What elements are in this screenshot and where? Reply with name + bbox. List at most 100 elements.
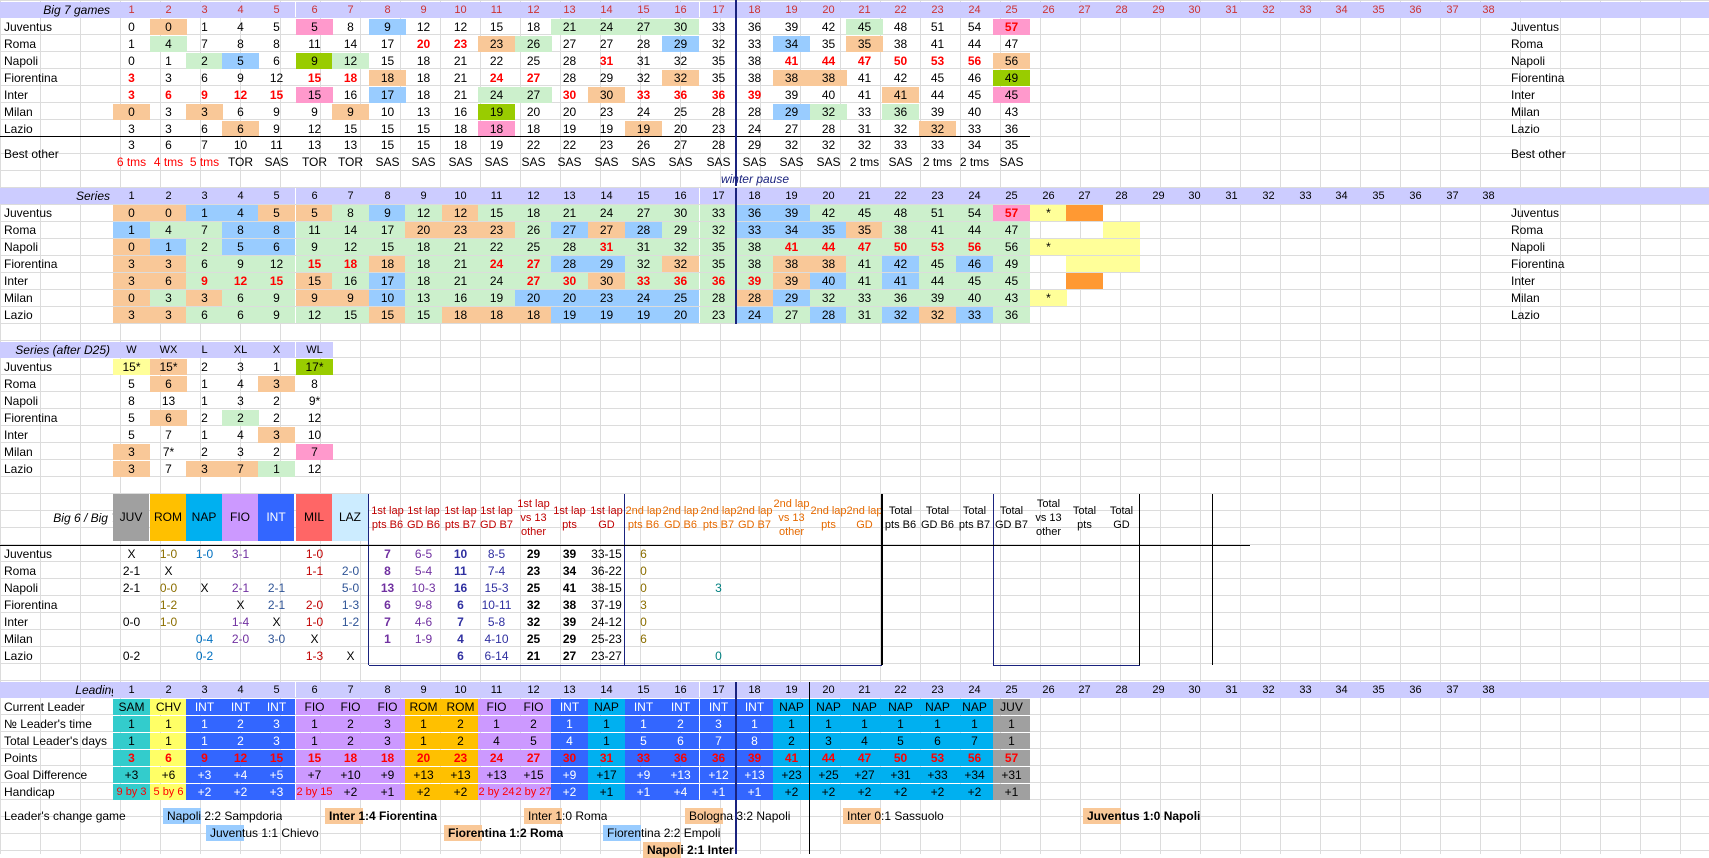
leader-cell: +2	[186, 784, 223, 800]
score-cell: 32	[673, 54, 688, 68]
leader-cell: 36	[700, 750, 737, 766]
leader-change-game: Juventus 1:0 Napoli	[1083, 808, 1201, 824]
match-result: 2-0	[305, 598, 324, 612]
leader-cell: 2	[515, 716, 552, 732]
score-cell: 6	[273, 54, 280, 68]
round-header: 17	[700, 188, 737, 204]
stat-value	[993, 614, 1030, 630]
best-team: SAS	[668, 155, 693, 169]
match-result: X	[310, 632, 319, 646]
round-header: 22	[882, 188, 919, 204]
score-cell: 45	[846, 19, 883, 35]
series-cell: 15	[369, 239, 406, 255]
divider	[1139, 494, 1140, 665]
series-type-header: WX	[150, 342, 187, 358]
team-label: Fiorentina	[4, 598, 58, 612]
series-cell: 36	[736, 205, 773, 221]
round-header: 12	[515, 2, 552, 18]
series-cell: 45	[993, 273, 1030, 289]
series-cell: 1	[186, 205, 223, 221]
best-pts: 27	[673, 138, 688, 152]
series-cell: 8	[332, 205, 369, 221]
score-cell: 18	[343, 71, 358, 85]
stat-value: 25	[526, 632, 541, 646]
leader-cell: +27	[846, 767, 883, 783]
round-header: 22	[882, 682, 919, 698]
series-cell: 28	[625, 222, 662, 238]
match-result: 1-1	[305, 564, 324, 578]
stat-value	[700, 631, 737, 647]
round-header: 3	[186, 682, 223, 698]
score-cell: 33	[636, 88, 651, 102]
stat-header: 1st lap pts B6	[371, 504, 404, 531]
round-header: 23	[919, 188, 956, 204]
score-cell: 11	[308, 37, 321, 51]
round-header: 7	[332, 2, 369, 18]
round-header: 34	[1323, 682, 1360, 698]
score-cell: 17	[380, 37, 395, 51]
best-pts: 32	[784, 138, 799, 152]
stat-value: 0	[640, 615, 647, 629]
score-cell: 44	[967, 37, 982, 51]
leader-cell: 1	[150, 733, 187, 749]
score-cell: 35	[846, 36, 883, 52]
stat-value: 39	[562, 615, 577, 629]
leader-cell: FIO	[478, 699, 515, 715]
leader-cell: 2	[662, 716, 699, 732]
stat-value	[1103, 580, 1140, 596]
series-cell: 35	[810, 222, 847, 238]
round-header: 30	[1176, 682, 1213, 698]
stat-header: 2nd lap pts B7	[700, 504, 737, 531]
leader-cell: +9	[551, 767, 588, 783]
stat-value	[919, 631, 956, 647]
round-header: 8	[369, 2, 406, 18]
series-length: 3	[237, 394, 244, 408]
score-cell: 33	[967, 122, 982, 136]
stat-value	[736, 580, 773, 596]
stat-value: 6	[457, 649, 464, 663]
team-label: Napoli	[4, 240, 39, 254]
stat-value: 38-15	[591, 581, 622, 595]
round-header: 28	[1103, 2, 1140, 18]
team-label: Roma	[4, 377, 37, 391]
leader-cell: 1	[113, 733, 150, 749]
score-cell: 12	[269, 71, 284, 85]
series-cell: 32	[700, 222, 737, 238]
stat-value	[882, 580, 919, 596]
round-header: 16	[662, 188, 699, 204]
series-length: 12	[307, 462, 322, 476]
leader-cell: 1	[186, 733, 223, 749]
leader-cell: NAP	[588, 699, 625, 715]
best-team: SAS	[557, 155, 582, 169]
score-cell: 33	[711, 20, 726, 34]
leading-label: Current Leader	[4, 700, 85, 714]
round-header: 9	[405, 2, 442, 18]
leader-cell: 2	[222, 716, 259, 732]
series-cell: 44	[956, 222, 993, 238]
series-cell: 6	[222, 290, 259, 306]
projection-cell	[1103, 239, 1140, 255]
round-header: 5	[258, 682, 295, 698]
leader-cell: NAP	[882, 699, 919, 715]
team-label: Roma	[4, 37, 37, 51]
series-length: 8	[311, 377, 318, 391]
leader-cell: 7	[956, 733, 993, 749]
projection-cell	[1066, 205, 1103, 221]
score-cell: 27	[784, 122, 799, 136]
header-fill	[1507, 188, 1709, 204]
team-label: Juventus	[4, 360, 53, 374]
best-pts: 22	[526, 138, 541, 152]
round-header: 12	[515, 188, 552, 204]
score-cell: 28	[636, 37, 651, 51]
score-cell: 27	[526, 71, 541, 85]
stat-value: 38	[562, 598, 577, 612]
round-header: 11	[478, 188, 515, 204]
series-cell: 40	[956, 290, 993, 306]
round-header: 1	[113, 2, 150, 18]
round-header: 2	[150, 188, 187, 204]
best-pts: 23	[599, 138, 614, 152]
series-cell: 8	[222, 222, 259, 238]
series-cell: 23	[588, 290, 625, 306]
leader-cell: 5	[882, 733, 919, 749]
match-result	[296, 580, 333, 596]
